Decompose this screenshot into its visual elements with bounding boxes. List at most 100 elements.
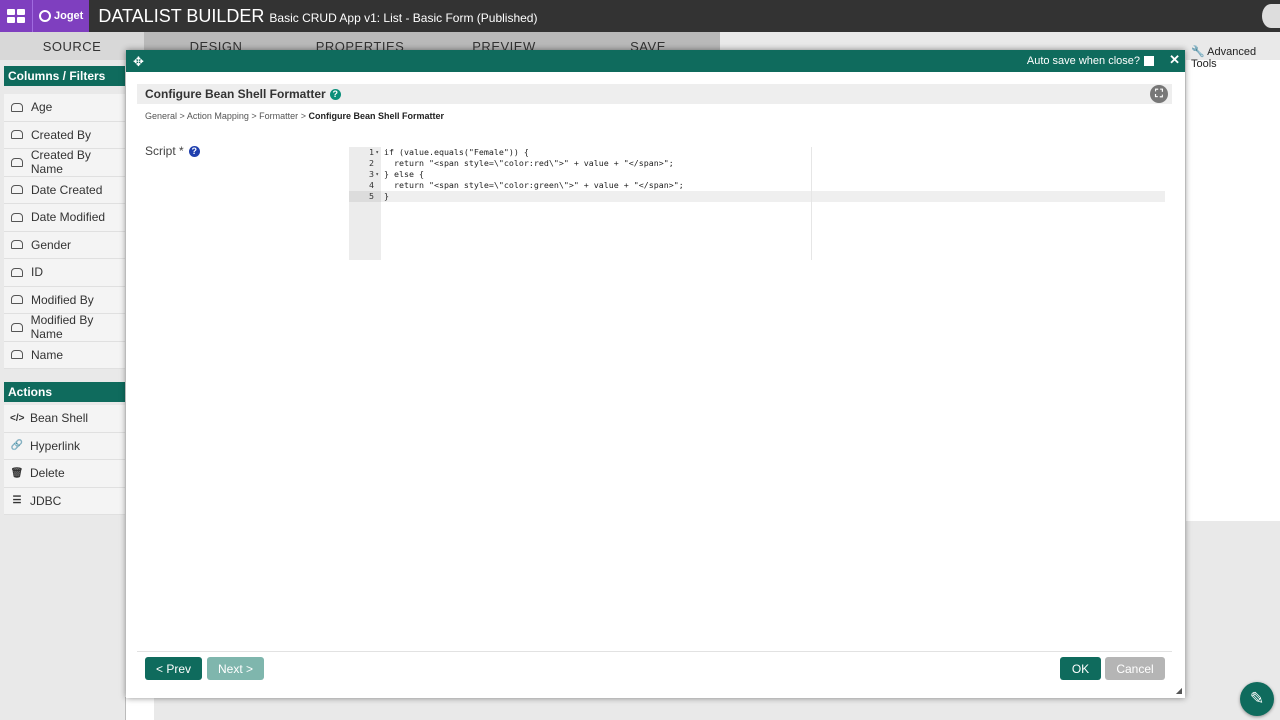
- breadcrumb-item[interactable]: Action Mapping: [187, 111, 249, 121]
- sidebar-item-date-modified[interactable]: Date Modified: [4, 204, 125, 232]
- breadcrumb-separator: >: [179, 111, 185, 121]
- sidebar-item-bean-shell[interactable]: </> Bean Shell: [4, 405, 125, 433]
- sidebar-item-label: Name: [31, 347, 64, 362]
- prev-button[interactable]: < Prev: [145, 657, 202, 680]
- code-editor[interactable]: 1 ▾ 2 3 ▾ 4 5 if (value.equals("Female")) …: [349, 147, 1165, 260]
- line-number: 4: [369, 180, 374, 190]
- sidebar-item-age[interactable]: Age: [4, 94, 125, 122]
- avatar[interactable]: [1262, 4, 1280, 28]
- help-icon[interactable]: ?: [329, 88, 341, 100]
- close-icon[interactable]: ✕: [1169, 52, 1180, 68]
- next-button[interactable]: Next >: [207, 657, 264, 680]
- column-icon: [11, 267, 23, 277]
- grid-icon: [7, 9, 25, 23]
- pencil-icon: ✎: [1249, 689, 1265, 708]
- builder-title: DATALIST BUILDER: [98, 5, 265, 26]
- dialog-title-bar[interactable]: ✥ Auto save when close? ✕: [126, 50, 1185, 72]
- joget-logo[interactable]: Joget: [32, 0, 90, 32]
- breadcrumb-item[interactable]: General: [145, 111, 177, 121]
- code-icon: </>: [10, 412, 25, 424]
- sidebar-item-label: Modified By Name: [30, 313, 94, 342]
- column-icon: [11, 240, 23, 250]
- column-icon: [11, 130, 23, 140]
- autosave-checkbox[interactable]: [1144, 56, 1154, 66]
- fullscreen-icon[interactable]: ⛶: [1150, 85, 1168, 103]
- sidebar-item-name[interactable]: Name: [4, 341, 125, 369]
- sidebar-item-label: Modified By: [31, 292, 94, 307]
- sidebar-item-created-by-name[interactable]: Created By Name: [4, 148, 125, 177]
- sidebar-item-label: Age: [31, 100, 53, 115]
- sidebar-item-id[interactable]: ID: [4, 259, 125, 287]
- line-number: 2: [369, 158, 374, 168]
- sidebar: Columns / Filters Age Created By Created…: [4, 66, 125, 515]
- column-icon: [11, 185, 23, 195]
- database-icon: ☰: [12, 495, 22, 507]
- code-line[interactable]: }: [384, 191, 389, 202]
- column-icon: [11, 295, 23, 305]
- column-icon: [11, 322, 23, 332]
- property-section-header: Configure Bean Shell Formatter ? ⛶: [137, 84, 1172, 104]
- sidebar-item-gender[interactable]: Gender: [4, 231, 125, 259]
- sidebar-item-label: Gender: [31, 237, 72, 252]
- sidebar-item-label: Date Modified: [31, 210, 106, 225]
- wrench-icon: 🔧: [1191, 46, 1205, 58]
- autosave-toggle[interactable]: Auto save when close?: [1027, 55, 1154, 67]
- sidebar-item-label: Hyperlink: [30, 438, 81, 453]
- code-line[interactable]: if (value.equals("Female")) {: [384, 147, 529, 158]
- link-icon: 🔗: [10, 440, 24, 452]
- sidebar-item-date-created[interactable]: Date Created: [4, 176, 125, 204]
- active-line-highlight: [381, 191, 1165, 202]
- columns-filters-header: Columns / Filters: [4, 66, 125, 86]
- code-line[interactable]: } else {: [384, 169, 424, 180]
- ok-button[interactable]: OK: [1060, 657, 1101, 680]
- help-icon[interactable]: ?: [188, 145, 200, 157]
- trash-icon: 🗑: [10, 467, 24, 479]
- tab-source[interactable]: SOURCE: [0, 32, 144, 60]
- sidebar-item-label: Date Created: [31, 182, 103, 197]
- top-bar: Joget DATALIST BUILDER Basic CRUD App v1…: [0, 0, 1280, 32]
- breadcrumb-current: Configure Bean Shell Formatter: [308, 111, 445, 121]
- breadcrumb-separator: >: [251, 111, 257, 121]
- resize-handle-icon[interactable]: ◢: [1176, 686, 1182, 695]
- actions-header: Actions: [4, 382, 125, 402]
- canvas-edge: [125, 697, 154, 720]
- sidebar-item-hyperlink[interactable]: 🔗 Hyperlink: [4, 432, 125, 460]
- advanced-tools-link[interactable]: 🔧 Advanced Tools: [1191, 45, 1280, 70]
- edit-fab-button[interactable]: ✎: [1240, 682, 1274, 716]
- fold-icon[interactable]: ▾: [375, 169, 379, 180]
- line-number: 5: [349, 191, 381, 202]
- print-margin: [811, 147, 812, 260]
- dialog-title: Configure Bean Shell Formatter: [145, 87, 326, 101]
- sidebar-item-label: ID: [31, 265, 43, 280]
- cancel-button[interactable]: Cancel: [1105, 657, 1165, 680]
- sidebar-item-delete[interactable]: 🗑 Delete: [4, 460, 125, 488]
- script-label-text: Script *: [145, 144, 184, 158]
- move-icon[interactable]: ✥: [133, 54, 144, 70]
- sidebar-item-label: Bean Shell: [30, 411, 89, 426]
- sidebar-item-created-by[interactable]: Created By: [4, 121, 125, 149]
- column-icon: [11, 212, 23, 222]
- column-icon: [11, 157, 23, 167]
- breadcrumb-separator: >: [300, 111, 306, 121]
- apps-menu-button[interactable]: [0, 0, 32, 32]
- script-field-label: Script * ?: [145, 144, 200, 158]
- line-number: 1 ▾: [369, 147, 379, 158]
- logo-text: Joget: [54, 10, 84, 22]
- footer-divider: [137, 651, 1172, 652]
- sidebar-item-label: JDBC: [30, 493, 62, 508]
- autosave-label: Auto save when close?: [1026, 55, 1140, 67]
- line-number: 3 ▾: [369, 169, 379, 180]
- code-line[interactable]: return "<span style=\"color:red\">" + va…: [384, 158, 674, 169]
- sidebar-item-modified-by-name[interactable]: Modified By Name: [4, 313, 125, 342]
- sidebar-item-label: Created By Name: [30, 148, 91, 177]
- column-icon: [11, 102, 23, 112]
- code-line[interactable]: return "<span style=\"color:green\">" + …: [384, 180, 684, 191]
- breadcrumb-item[interactable]: Formatter: [259, 111, 298, 121]
- app-subtitle: Basic CRUD App v1: List - Basic Form (Pu…: [269, 10, 538, 25]
- column-icon: [11, 350, 23, 360]
- sidebar-item-label: Created By: [31, 127, 92, 142]
- fold-icon[interactable]: ▾: [375, 147, 379, 158]
- sidebar-item-modified-by[interactable]: Modified By: [4, 286, 125, 314]
- right-panel: [1186, 60, 1280, 521]
- sidebar-item-jdbc[interactable]: ☰ JDBC: [4, 487, 125, 515]
